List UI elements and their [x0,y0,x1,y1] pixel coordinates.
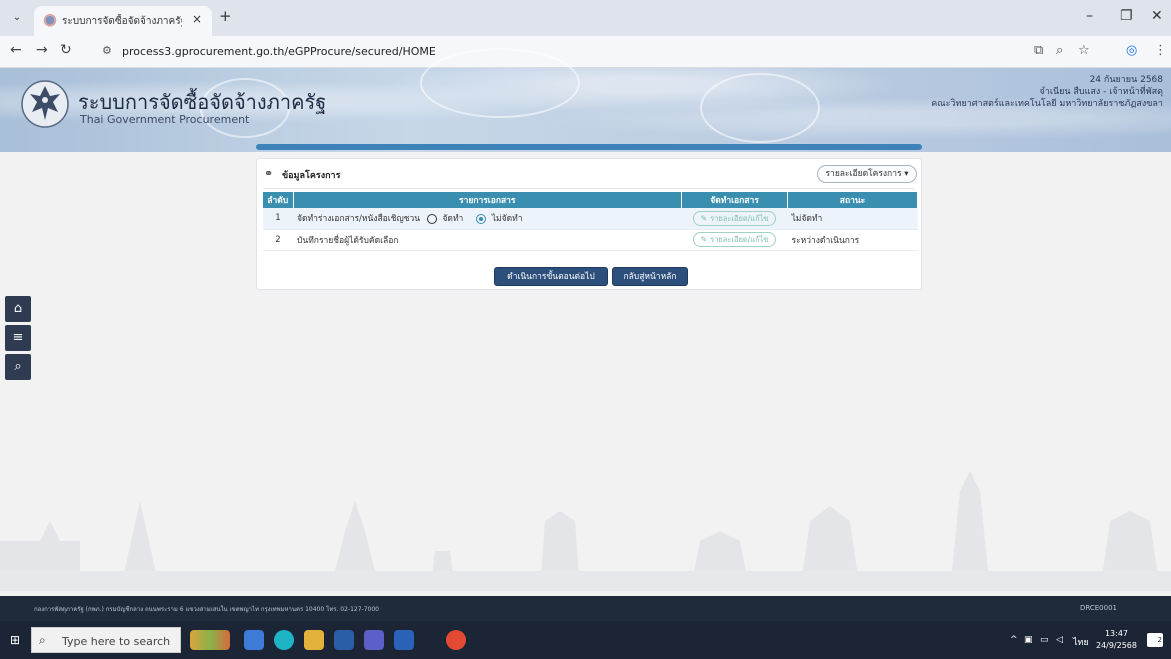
action-cell: ✎ รายละเอียด/แก้ไข [681,208,788,230]
user-info: 24 กันยายน 2568 จำเนียน สืบแสง - เจ้าหน้… [931,74,1163,110]
details-edit-label: รายละเอียด/แก้ไข [710,213,769,223]
volume-icon[interactable]: ◁ [1056,635,1063,645]
page-code: DRCE0001 [1079,604,1117,612]
document-table: ลำดับ รายการเอกสาร จัดทำเอกสาร สถานะ 1 จ… [263,192,918,251]
network-icon[interactable]: ▭ [1040,635,1049,645]
edit-pencil-icon: ✎ [700,235,708,244]
os-taskbar: ⊞ ⌕ Type here to search ^ ▣ ▭ ◁ ไทย 13:4… [0,621,1171,659]
file-explorer-icon[interactable] [304,630,324,650]
project-details-dropdown[interactable]: รายละเอียดโครงการ ▾ [817,165,917,183]
back-to-home-button[interactable]: กลับสู่หน้าหลัก [612,267,688,286]
edit-pencil-icon: ✎ [700,213,708,223]
status-cell: ไม่จัดทำ [787,208,918,230]
back-arrow-icon[interactable]: ← [10,42,22,58]
edge-browser-icon[interactable] [274,630,294,650]
details-edit-button[interactable]: ✎ รายละเอียด/แก้ไข [693,210,776,226]
input-language[interactable]: ไทย [1073,635,1089,649]
banner-ornament [700,73,820,143]
banner-ornament [420,48,580,118]
browser-tab-strip: ⌄ ระบบการจัดซื้อจัดจ้างภาครัฐ × + – ❐ ✕ [0,0,1171,36]
panel-divider [263,188,915,189]
document-name-cell: จัดทำร่างเอกสาร/หนังสือเชิญชวน จัดทำ ไม่… [293,208,682,230]
forward-arrow-icon[interactable]: → [36,42,48,58]
chrome-icon[interactable] [446,630,466,650]
translate-icon[interactable]: ⧉ [1034,43,1043,58]
app-icon[interactable] [244,630,264,650]
address-bar: ← → ↻ ⚙ process3.gprocurement.go.th/eGPP… [0,36,1171,68]
menu-icon[interactable]: ≡ [5,325,31,351]
search-glass-icon: ⌕ [39,633,46,647]
new-tab-button[interactable]: + [219,7,232,25]
tray-chevron-icon[interactable]: ^ [1010,635,1018,645]
footer-address: กองการพัสดุภาครัฐ (กพภ.) กรมบัญชีกลาง ถน… [34,606,379,613]
browser-tab[interactable]: ระบบการจัดซื้อจัดจ้างภาครัฐ × [34,6,212,36]
taskbar-search-input[interactable]: ⌕ Type here to search [31,627,181,653]
row-number: 2 [263,229,293,251]
home-icon[interactable]: ⌂ [5,296,31,322]
zoom-icon[interactable]: ⌕ [1056,43,1063,58]
skip-document-label: ไม่จัดทำ [491,214,523,225]
bookmark-star-icon[interactable]: ☆ [1078,43,1090,58]
details-edit-button[interactable]: ✎ รายละเอียด/แก้ไข [693,232,776,247]
site-footer: กองการพัสดุภาครัฐ (กพภ.) กรมบัญชีกลาง ถน… [0,596,1171,621]
news-widget-icon[interactable] [190,630,230,650]
user-name: จำเนียน สืบแสง - เจ้าหน้าที่พัสดุ [1039,87,1163,97]
column-header-document: รายการเอกสาร [293,192,682,208]
clock-date: 24/9/2568 [1095,641,1137,650]
table-row: 2 บันทึกรายชื่อผู้ได้รับคัดเลือก ✎ รายละเ… [263,229,918,251]
make-document-radio[interactable] [426,213,437,224]
tab-search-chevron-icon[interactable]: ⌄ [8,9,26,27]
notification-icon[interactable]: 2 [1147,633,1163,647]
search-icon[interactable]: ⌕ [5,354,31,380]
teams-icon[interactable] [364,630,384,650]
column-header-action: จัดทำเอกสาร [681,192,788,208]
tab-title: ระบบการจัดซื้อจัดจ้างภาครัฐ [62,16,182,27]
url-text: process3.gprocurement.go.th/eGPProcure/s… [122,45,436,58]
action-cell: ✎ รายละเอียด/แก้ไข [681,229,788,251]
reload-icon[interactable]: ↻ [60,42,72,58]
temple-skyline-background [0,471,1171,591]
row-number: 1 [263,208,293,230]
document-name: จัดทำร่างเอกสาร/หนังสือเชิญชวน [297,214,421,225]
details-edit-label: รายละเอียด/แก้ไข [710,235,769,244]
site-subtitle: Thai Government Procurement [80,113,250,126]
windows-start-icon[interactable]: ⊞ [10,633,20,647]
proceed-next-step-button[interactable]: ดำเนินการขั้นตอนต่อไป [494,267,608,286]
current-date: 24 กันยายน 2568 [1089,75,1163,85]
word-icon[interactable] [334,630,354,650]
tray-app-icon[interactable]: ▣ [1024,635,1033,645]
column-header-status: สถานะ [787,192,918,208]
panel-title: ข้อมูลโครงการ [282,171,341,181]
minimize-button[interactable]: – [1086,8,1093,24]
content-accent-bar [256,144,922,150]
sitemap-icon: ⚭ [264,167,274,180]
profile-icon[interactable]: ◎ [1126,43,1137,58]
status-cell: ระหว่างดำเนินการ [787,229,918,251]
maximize-button[interactable]: ❐ [1120,8,1133,24]
clock-time: 13:47 [1104,629,1129,638]
table-row: 1 จัดทำร่างเอกสาร/หนังสือเชิญชวน จัดทำ ไ… [263,208,918,230]
taskbar-clock[interactable]: 13:47 24/9/2568 [1096,628,1137,652]
browser-menu-icon[interactable]: ⋮ [1154,43,1167,58]
project-info-panel: ⚭ ข้อมูลโครงการ รายละเอียดโครงการ ▾ ลำดั… [256,158,922,290]
tab-close-icon[interactable]: × [192,12,202,26]
make-document-label: จัดทำ [442,214,464,225]
site-info-icon[interactable]: ⚙ [102,44,112,57]
document-name: บันทึกรายชื่อผู้ได้รับคัดเลือก [293,229,682,251]
column-header-number: ลำดับ [263,192,294,208]
site-header-banner: ระบบการจัดซื้อจัดจ้างภาครัฐ Thai Governm… [0,48,1171,152]
app-icon[interactable] [394,630,414,650]
garuda-logo-icon [21,80,69,128]
taskbar-search-placeholder: Type here to search [62,635,171,648]
site-favicon-icon [43,14,57,28]
skip-document-radio[interactable] [476,213,487,224]
user-organization: คณะวิทยาศาสตร์และเทคโนโลยี มหาวิทยาลัยรา… [931,99,1163,109]
notification-count: 2 [1157,636,1162,644]
close-window-button[interactable]: ✕ [1151,8,1163,24]
